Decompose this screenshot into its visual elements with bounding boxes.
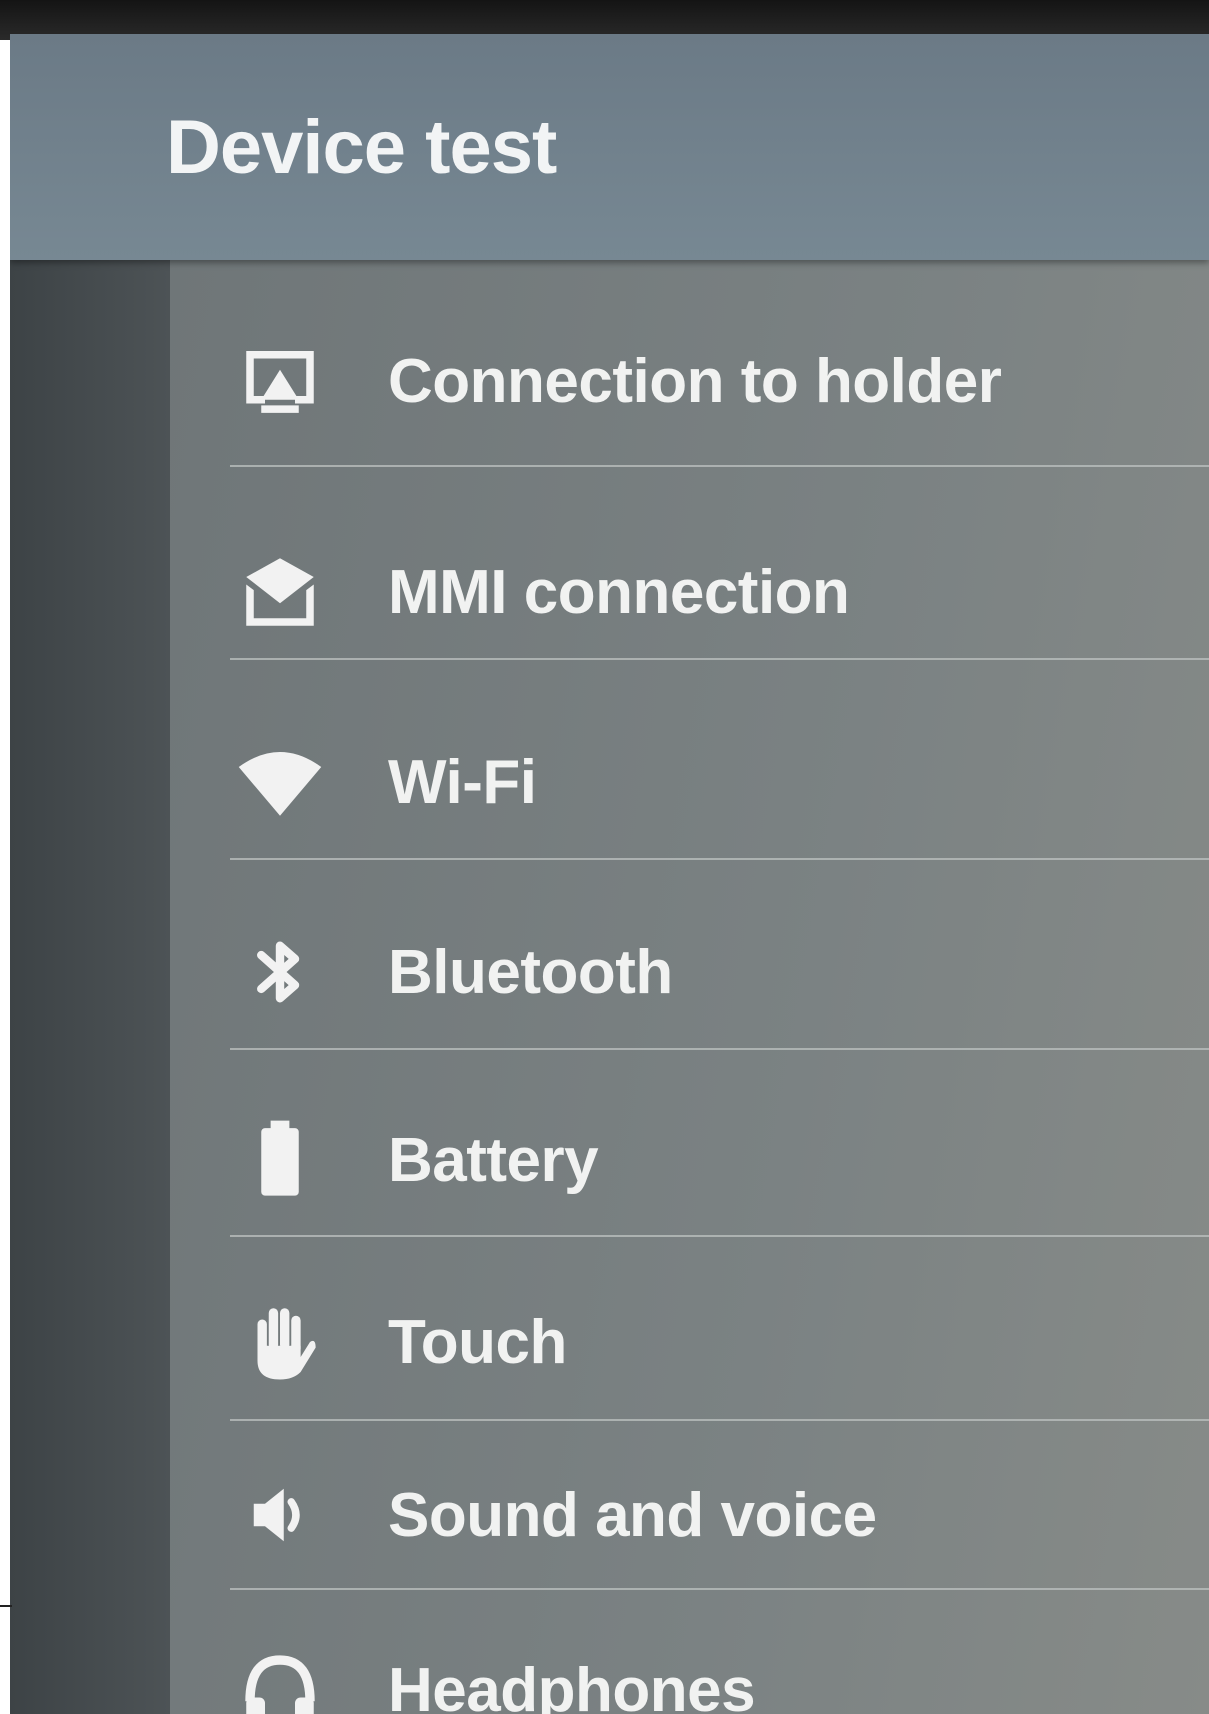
divider <box>230 658 1209 660</box>
cast-icon <box>230 331 330 431</box>
mmi-connection-icon <box>230 542 330 642</box>
menu-item-bluetooth[interactable]: Bluetooth <box>230 897 1209 1047</box>
divider <box>230 1419 1209 1421</box>
app-header: Device test <box>10 34 1209 260</box>
menu-item-label: Sound and voice <box>388 1480 877 1550</box>
device-test-list: Connection to holder MMI connection Wi-F… <box>170 260 1209 1714</box>
device-screen: Device test Connection to holder MMI con… <box>10 34 1209 1714</box>
menu-item-mmi-connection[interactable]: MMI connection <box>230 517 1209 667</box>
wifi-icon <box>230 732 330 832</box>
menu-item-touch[interactable]: Touch <box>230 1267 1209 1417</box>
menu-item-label: Wi-Fi <box>388 747 537 817</box>
menu-item-label: Bluetooth <box>388 937 673 1007</box>
menu-item-label: Connection to holder <box>388 346 1002 416</box>
edge-mark <box>0 1605 12 1607</box>
headphones-icon <box>230 1640 330 1714</box>
menu-item-label: MMI connection <box>388 557 850 627</box>
menu-item-connection-to-holder[interactable]: Connection to holder <box>230 306 1209 456</box>
divider <box>230 858 1209 860</box>
divider <box>230 1588 1209 1590</box>
hand-icon <box>230 1292 330 1392</box>
bluetooth-icon <box>230 922 330 1022</box>
battery-icon <box>230 1110 330 1210</box>
speaker-icon <box>230 1465 330 1565</box>
divider <box>230 465 1209 467</box>
menu-item-wifi[interactable]: Wi-Fi <box>230 707 1209 857</box>
menu-item-label: Touch <box>388 1307 567 1377</box>
menu-item-battery[interactable]: Battery <box>230 1085 1209 1235</box>
divider <box>230 1048 1209 1050</box>
menu-item-label: Headphones <box>388 1655 756 1714</box>
divider <box>230 1235 1209 1237</box>
left-edge-strip <box>10 260 170 1714</box>
page-title: Device test <box>166 105 557 190</box>
menu-item-sound-and-voice[interactable]: Sound and voice <box>230 1440 1209 1590</box>
menu-item-label: Battery <box>388 1125 599 1195</box>
menu-item-headphones[interactable]: Headphones <box>230 1615 1209 1714</box>
